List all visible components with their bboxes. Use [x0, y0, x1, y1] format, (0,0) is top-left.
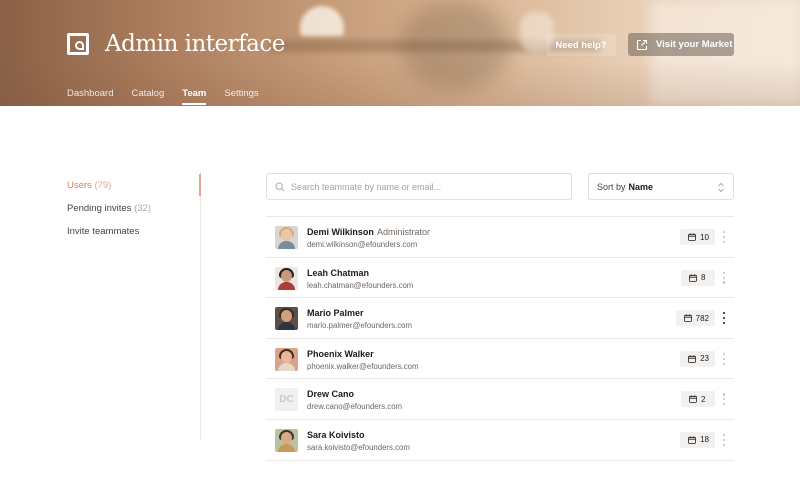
sidebar-item-label: Pending invites [67, 203, 132, 214]
more-options-icon[interactable] [722, 312, 726, 325]
sidebar-item-count: (79) [94, 180, 112, 191]
calendar-icon [688, 355, 696, 363]
calendar-icon [689, 395, 697, 404]
user-name-text: Demi Wilkinson [307, 227, 374, 237]
catalog-count-badge[interactable]: 782 [675, 310, 715, 327]
user-email: demi.wilkinson@efounders.com [307, 240, 418, 249]
user-name[interactable]: Drew Cano [307, 389, 357, 399]
user-name[interactable]: Phoenix Walker [307, 349, 377, 359]
user-name[interactable]: Leah Chatman [307, 268, 372, 278]
catalog-count: 23 [700, 354, 709, 364]
calendar-icon [683, 314, 692, 322]
main-nav: Dashboard Catalog Team Settings [67, 88, 277, 105]
user-name-text: Phoenix Walker [307, 348, 374, 359]
sidebar-item-users[interactable]: Users (79) [67, 180, 111, 191]
search-box[interactable] [266, 173, 572, 200]
tab-catalog[interactable]: Catalog [131, 88, 164, 99]
table-row[interactable]: Phoenix Walker phoenix.walker@efounders.… [266, 339, 734, 380]
catalog-count-badge[interactable]: 2 [681, 391, 715, 408]
more-options-icon[interactable] [722, 271, 726, 284]
avatar-initials: DC [279, 394, 294, 406]
user-email: leah.chatman@efounders.com [307, 280, 414, 290]
user-name[interactable]: Sara Koivisto [307, 430, 368, 440]
sort-prefix: Sort by [597, 181, 626, 192]
sidebar-item-label: Users [67, 180, 92, 191]
search-input[interactable] [291, 181, 561, 192]
sidebar-active-indicator [199, 174, 201, 196]
user-name-text: Drew Cano [307, 389, 355, 400]
sidebar-item-label: Invite teammates [67, 226, 140, 237]
background-lamp [300, 6, 344, 36]
catalog-count-badge[interactable]: 23 [680, 350, 715, 367]
user-email: drew.cano@efounders.com [307, 402, 403, 412]
avatar [275, 347, 298, 371]
sidebar-item-pending-invites[interactable]: Pending invites (32) [67, 203, 151, 214]
user-name-text: Leah Chatman [307, 267, 370, 278]
user-name-text: Sara Koivisto [307, 429, 365, 440]
avatar [275, 266, 298, 290]
sidebar-item-count: (32) [134, 203, 151, 214]
sort-select[interactable]: Sort by Name [588, 173, 734, 200]
user-role: Administrator [376, 227, 430, 237]
search-icon [275, 181, 285, 192]
sort-value: Name [628, 181, 654, 192]
catalog-count-badge[interactable]: 18 [680, 431, 715, 448]
more-options-icon[interactable] [722, 393, 726, 406]
calendar-icon [688, 436, 696, 444]
table-row[interactable]: Leah Chatman leah.chatman@efounders.com … [266, 258, 734, 299]
app-logo-icon[interactable] [67, 33, 89, 55]
user-email: mario.palmer@efounders.com [307, 321, 412, 331]
user-name[interactable]: Demi Wilkinson Administrator [307, 227, 430, 237]
user-email: phoenix.walker@efounders.com [307, 361, 419, 371]
more-options-icon[interactable] [722, 231, 726, 243]
user-name[interactable]: Mario Palmer [307, 308, 367, 318]
catalog-count: 2 [701, 394, 706, 404]
more-options-icon[interactable] [722, 352, 726, 365]
user-list: Demi Wilkinson Administrator demi.wilkins… [266, 216, 734, 461]
sidebar: Users (79) Pending invites (32) Invite t… [67, 172, 201, 440]
background-shade [0, 60, 800, 106]
external-link-icon [636, 39, 648, 50]
sidebar-item-invite-teammates[interactable]: Invite teammates [67, 226, 139, 237]
table-row[interactable]: Sara Koivisto sara.koivisto@efounders.co… [266, 420, 734, 461]
tab-dashboard[interactable]: Dashboard [67, 88, 113, 99]
table-row[interactable]: Mario Palmer mario.palmer@efounders.com … [266, 298, 734, 339]
visit-market-button[interactable]: Visit your Market [628, 33, 734, 56]
tab-settings[interactable]: Settings [224, 88, 258, 99]
header-banner: Admin interface Need help? Visit your Ma… [0, 0, 800, 106]
visit-market-label: Visit your Market [656, 39, 733, 50]
calendar-icon [689, 273, 697, 282]
avatar [275, 226, 298, 249]
avatar: DC [275, 388, 298, 412]
catalog-count: 782 [695, 313, 709, 323]
table-row[interactable]: DC Drew Cano drew.cano@efounders.com 2 [266, 379, 734, 420]
catalog-count: 10 [700, 232, 709, 242]
table-row[interactable]: Demi Wilkinson Administrator demi.wilkins… [266, 217, 734, 258]
more-options-icon[interactable] [722, 433, 726, 446]
avatar [275, 307, 298, 331]
calendar-icon [688, 233, 696, 241]
avatar [275, 428, 298, 452]
catalog-count-badge[interactable]: 8 [681, 269, 715, 286]
user-name-text: Mario Palmer [307, 308, 364, 319]
catalog-count-badge[interactable]: 10 [680, 229, 715, 245]
need-help-button[interactable]: Need help? [546, 34, 616, 56]
catalog-count: 18 [700, 435, 709, 445]
chevron-up-down-icon [718, 182, 724, 193]
tab-team[interactable]: Team [182, 88, 207, 105]
user-email: sara.koivisto@efounders.com [307, 442, 410, 452]
app-title: Admin interface [105, 31, 285, 57]
catalog-count: 8 [701, 273, 706, 283]
